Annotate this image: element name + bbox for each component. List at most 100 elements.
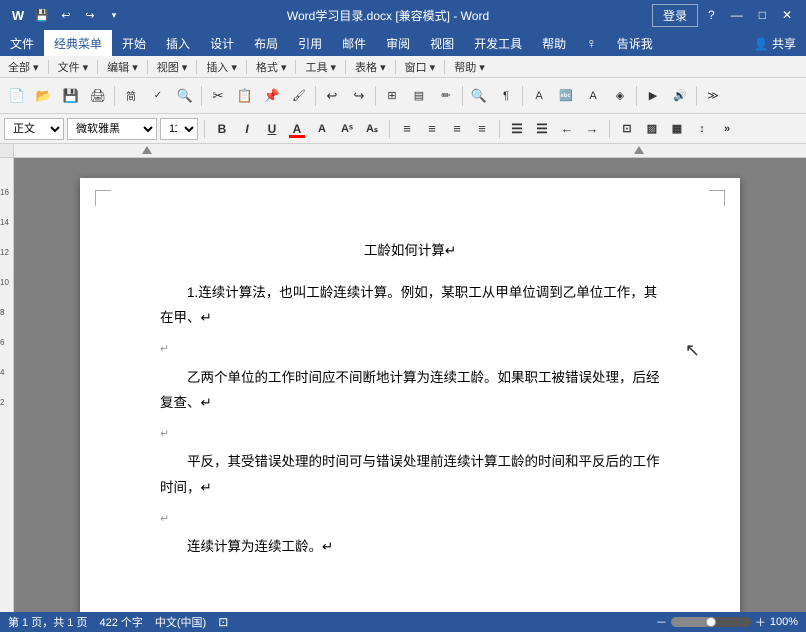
align-right-button[interactable]: ≡	[446, 118, 468, 140]
tb2-cut[interactable]: ✂	[205, 83, 231, 109]
outdent-button[interactable]: ←	[556, 118, 578, 140]
toolbar1-file[interactable]: 文件 ▾	[54, 58, 93, 76]
list-number-button[interactable]: ☰	[506, 118, 528, 140]
font-size-inc[interactable]: Aˢ	[336, 118, 358, 140]
toolbar1-format[interactable]: 格式 ▾	[252, 58, 291, 76]
italic-button[interactable]: I	[236, 118, 258, 140]
tb2-paste[interactable]: 📌	[259, 83, 285, 109]
right-indent-marker[interactable]	[634, 146, 644, 154]
tb2-table[interactable]: ⊞	[379, 83, 405, 109]
menu-jingdian[interactable]: 经典菜单	[44, 30, 112, 56]
toolbar1-view[interactable]: 视图 ▾	[153, 58, 192, 76]
left-indent-marker[interactable]	[142, 146, 152, 154]
undo-icon[interactable]: ↩	[56, 5, 76, 25]
toolbar1-table[interactable]: 表格 ▾	[351, 58, 390, 76]
font-selector[interactable]: 微软雅黑	[67, 118, 157, 140]
menu-layout[interactable]: 布局	[244, 30, 288, 56]
tb2-para[interactable]: ¶	[493, 83, 519, 109]
more-icon[interactable]: ▾	[104, 5, 124, 25]
menu-lamp[interactable]: ♀	[576, 30, 607, 56]
menu-view[interactable]: 视图	[420, 30, 464, 56]
menu-design[interactable]: 设计	[200, 30, 244, 56]
toolbar1-tools[interactable]: 工具 ▾	[301, 58, 340, 76]
tb2-more[interactable]: ≫	[700, 83, 726, 109]
toolbar1-quanbu[interactable]: 全部 ▾	[4, 58, 43, 76]
align-justify-button[interactable]: ≡	[471, 118, 493, 140]
close-button[interactable]: ✕	[776, 6, 798, 24]
tb2-check[interactable]: ✓	[145, 83, 171, 109]
border-button[interactable]: ⊡	[616, 118, 638, 140]
toolbar1-help[interactable]: 帮助 ▾	[450, 58, 489, 76]
tb2-open[interactable]: 📂	[31, 83, 57, 109]
columns-button[interactable]: ▦	[666, 118, 688, 140]
doc-para-3[interactable]: 乙两个单位的工作时间应不间断地计算为连续工龄。如果职工被错误处理，后经复查、↵	[160, 365, 660, 416]
menu-help[interactable]: 帮助	[532, 30, 576, 56]
align-center-button[interactable]: ≡	[421, 118, 443, 140]
tb2-sound[interactable]: 🔊	[667, 83, 693, 109]
tb2-undo[interactable]: ↩	[319, 83, 345, 109]
save-icon[interactable]: 💾	[32, 5, 52, 25]
redo-icon[interactable]: ↪	[80, 5, 100, 25]
shade-button[interactable]: ▨	[641, 118, 663, 140]
zoom-minus[interactable]: －	[656, 614, 667, 630]
toolbar1-insert[interactable]: 插入 ▾	[202, 58, 241, 76]
doc-para-7[interactable]: 连续计算为连续工龄。↵	[160, 534, 660, 560]
help-icon[interactable]: ?	[702, 6, 721, 24]
font-size-dec[interactable]: Aₛ	[361, 118, 383, 140]
tb2-redo[interactable]: ↪	[346, 83, 372, 109]
highlight-button[interactable]: A	[311, 118, 333, 140]
menu-start[interactable]: 开始	[112, 30, 156, 56]
menu-mail[interactable]: 邮件	[332, 30, 376, 56]
menu-share[interactable]: 👤 共享	[744, 30, 806, 56]
tb2-new[interactable]: 📄	[4, 83, 30, 109]
tb2-textbox[interactable]: A	[526, 83, 552, 109]
underline-button[interactable]: U	[261, 118, 283, 140]
tb2-diagrams[interactable]: ◈	[607, 83, 633, 109]
list-bullet-button[interactable]: ☰	[531, 118, 553, 140]
login-button[interactable]: 登录	[652, 4, 698, 27]
menu-file[interactable]: 文件	[0, 30, 44, 56]
para-mark-2: ↵	[160, 343, 169, 355]
doc-para-6[interactable]: ↵	[160, 505, 660, 531]
bold-button[interactable]: B	[211, 118, 233, 140]
tb2-print[interactable]: 🖨	[85, 83, 111, 109]
document-page[interactable]: 工龄如何计算↵ 1.连续计算法，也叫工龄连续计算。例如，某职工从甲单位调到乙单位…	[80, 178, 740, 612]
doc-para-2[interactable]: ↵	[160, 335, 660, 361]
maximize-button[interactable]: □	[753, 6, 772, 24]
menu-tell[interactable]: 告诉我	[607, 30, 663, 56]
tb2-jian[interactable]: 简	[118, 83, 144, 109]
tb2-autotext[interactable]: 🔤	[553, 83, 579, 109]
sort-button[interactable]: ↕	[691, 118, 713, 140]
menu-dev[interactable]: 开发工具	[464, 30, 532, 56]
doc-para-4[interactable]: ↵	[160, 420, 660, 446]
tb2-zoom[interactable]: 🔍	[466, 83, 492, 109]
doc-para-5[interactable]: 平反，其受错误处理的时间可与错误处理前连续计算工龄的时间和平反后的工作时间，↵	[160, 449, 660, 500]
zoom-thumb[interactable]	[706, 617, 716, 627]
extra-button[interactable]: »	[716, 118, 738, 140]
menu-review[interactable]: 审阅	[376, 30, 420, 56]
tb2-col[interactable]: ▤	[406, 83, 432, 109]
tb2-search[interactable]: 🔍	[172, 83, 198, 109]
font-color-button[interactable]: A	[286, 118, 308, 140]
zoom-slider[interactable]	[671, 617, 751, 627]
doc-para-1[interactable]: 1.连续计算法，也叫工龄连续计算。例如，某职工从甲单位调到乙单位工作，其在甲、↵	[160, 280, 660, 331]
toolbar1-window[interactable]: 窗口 ▾	[401, 58, 440, 76]
menu-insert[interactable]: 插入	[156, 30, 200, 56]
tb2-draw[interactable]: ✏	[433, 83, 459, 109]
tb2-media[interactable]: ▶	[640, 83, 666, 109]
style-selector[interactable]: 正文	[4, 118, 64, 140]
zoom-plus[interactable]: ＋	[755, 614, 766, 630]
tb2-paintbrush[interactable]: 🖌	[286, 83, 312, 109]
status-right: － ＋ 100%	[656, 614, 798, 630]
size-selector[interactable]: 11	[160, 118, 198, 140]
doc-title[interactable]: 工龄如何计算↵	[160, 238, 660, 264]
scroll-area[interactable]: 工龄如何计算↵ 1.连续计算法，也叫工龄连续计算。例如，某职工从甲单位调到乙单位…	[14, 158, 806, 612]
tb2-copy[interactable]: 📋	[232, 83, 258, 109]
toolbar1-edit[interactable]: 编辑 ▾	[103, 58, 142, 76]
tb2-save[interactable]: 💾	[58, 83, 84, 109]
indent-button[interactable]: →	[581, 118, 603, 140]
tb2-wordart[interactable]: A	[580, 83, 606, 109]
align-left-button[interactable]: ≡	[396, 118, 418, 140]
menu-refs[interactable]: 引用	[288, 30, 332, 56]
minimize-button[interactable]: —	[725, 6, 749, 24]
